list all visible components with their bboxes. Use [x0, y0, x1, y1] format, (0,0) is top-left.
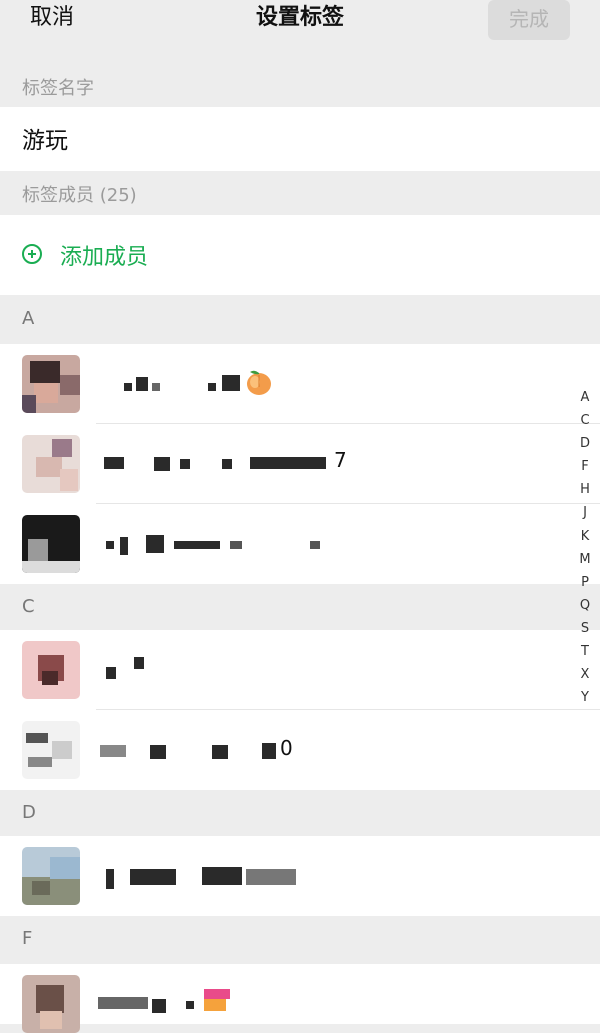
index-letter[interactable]: J	[575, 501, 595, 524]
index-letter[interactable]: C	[575, 409, 595, 432]
group-letter: D	[22, 802, 36, 823]
index-letter[interactable]: P	[575, 571, 595, 594]
avatar	[22, 515, 80, 573]
member-name-masked	[96, 453, 356, 475]
member-row[interactable]	[0, 504, 600, 584]
member-name-masked	[96, 993, 206, 1015]
member-name-masked	[96, 657, 156, 681]
add-member-button[interactable]: 添加成员	[0, 215, 600, 295]
member-row[interactable]	[0, 964, 600, 1033]
cancel-button[interactable]: 取消	[30, 4, 74, 32]
avatar	[22, 847, 80, 905]
avatar	[22, 435, 80, 493]
index-letter[interactable]: M	[575, 548, 595, 571]
index-letter[interactable]: S	[575, 617, 595, 640]
group-letter: A	[22, 308, 35, 329]
avatar	[22, 721, 80, 779]
index-letter[interactable]: X	[575, 663, 595, 686]
alphabet-index-bar[interactable]: A C D F H J K M P Q S T X Y	[575, 386, 595, 709]
index-letter[interactable]: A	[575, 386, 595, 409]
group-letter: C	[22, 596, 35, 617]
index-letter[interactable]: Y	[575, 686, 595, 709]
tag-name-row	[0, 107, 600, 171]
navigation-bar: 取消 设置标签 完成	[0, 0, 600, 50]
member-name-visible-suffix: 0	[280, 736, 293, 760]
index-letter[interactable]: F	[575, 455, 595, 478]
group-letter: F	[22, 928, 33, 949]
member-row[interactable]	[0, 836, 600, 916]
index-letter[interactable]: Q	[575, 594, 595, 617]
member-row[interactable]	[0, 710, 600, 790]
flag-emoji-icon	[204, 989, 230, 1011]
index-letter[interactable]: H	[575, 478, 595, 501]
member-name-masked	[96, 865, 296, 889]
group-header-c: C	[0, 584, 600, 632]
group-header-d: D	[0, 790, 600, 838]
index-letter[interactable]: D	[575, 432, 595, 455]
add-member-label: 添加成员	[60, 245, 149, 270]
group-header-a: A	[0, 296, 600, 344]
add-circle-icon	[22, 244, 42, 264]
peach-emoji-icon	[247, 370, 271, 395]
group-header-f: F	[0, 916, 600, 964]
tag-members-section-label: 标签成员 (25)	[22, 185, 137, 206]
done-button[interactable]: 完成	[488, 0, 570, 40]
member-name-masked	[96, 373, 246, 395]
avatar	[22, 641, 80, 699]
avatar	[22, 355, 80, 413]
member-row[interactable]	[0, 344, 600, 424]
member-name-masked	[96, 533, 336, 555]
index-letter[interactable]: T	[575, 640, 595, 663]
member-name-visible-suffix: 7	[334, 448, 347, 472]
member-name-masked	[96, 739, 296, 761]
member-row[interactable]	[0, 424, 600, 504]
avatar	[22, 975, 80, 1033]
tag-name-section-label: 标签名字	[22, 78, 94, 99]
index-letter[interactable]: K	[575, 525, 595, 548]
tag-name-input[interactable]	[22, 121, 562, 155]
member-row[interactable]	[0, 630, 600, 710]
